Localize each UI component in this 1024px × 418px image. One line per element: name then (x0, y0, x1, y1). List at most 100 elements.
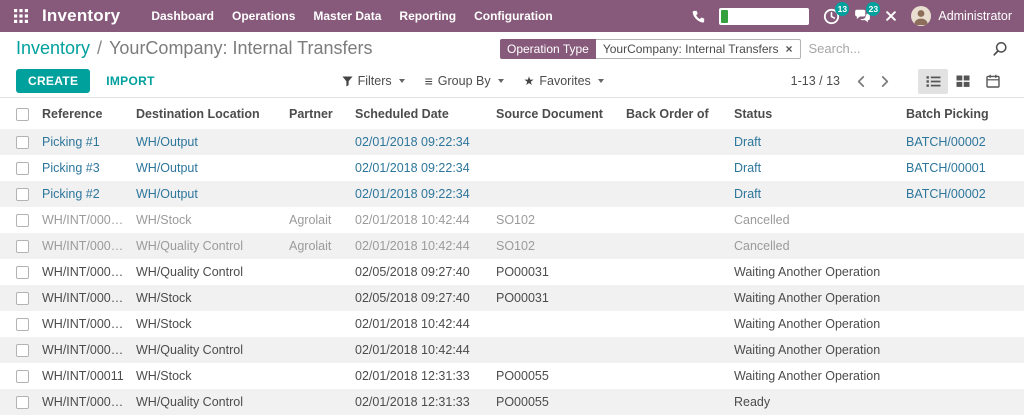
row-checkbox-cell[interactable] (0, 129, 36, 155)
cell-scheduled[interactable]: 02/01/2018 10:42:44 (349, 337, 490, 363)
nav-menu-configuration[interactable]: Configuration (465, 9, 562, 23)
cell-status[interactable]: Waiting Another Operation (728, 311, 900, 337)
cell-reference[interactable]: WH/INT/00007 (36, 311, 130, 337)
apps-menu-icon[interactable] (10, 5, 32, 27)
breadcrumb-parent-link[interactable]: Inventory (16, 38, 90, 59)
select-all-checkbox[interactable] (16, 108, 29, 121)
messages-icon[interactable]: 23 (854, 8, 871, 25)
cell-destination[interactable]: WH/Quality Control (130, 389, 283, 415)
row-checkbox[interactable] (16, 162, 29, 175)
row-checkbox-cell[interactable] (0, 311, 36, 337)
table-row-wh-int-00005[interactable]: WH/INT/00005WH/Stock02/05/2018 09:27:40P… (0, 285, 1024, 311)
cell-partner[interactable]: Agrolait (283, 207, 349, 233)
cell-destination[interactable]: WH/Output (130, 155, 283, 181)
cell-source[interactable] (490, 311, 620, 337)
row-checkbox[interactable] (16, 240, 29, 253)
table-row-picking-2[interactable]: Picking #2WH/Output02/01/2018 09:22:34Dr… (0, 181, 1024, 207)
row-checkbox[interactable] (16, 188, 29, 201)
row-checkbox-cell[interactable] (0, 285, 36, 311)
cell-backorder[interactable] (620, 337, 728, 363)
row-checkbox[interactable] (16, 396, 29, 409)
cell-batch[interactable]: BATCH/00001 (900, 155, 1024, 181)
cell-partner[interactable] (283, 155, 349, 181)
column-header-partner[interactable]: Partner (283, 98, 349, 129)
phone-icon[interactable] (692, 10, 705, 23)
cell-batch[interactable] (900, 311, 1024, 337)
cell-destination[interactable]: WH/Output (130, 129, 283, 155)
column-header-source-document[interactable]: Source Document (490, 98, 620, 129)
cell-status[interactable]: Waiting Another Operation (728, 259, 900, 285)
column-header-destination-location[interactable]: Destination Location (130, 98, 283, 129)
cell-status[interactable]: Ready (728, 389, 900, 415)
row-checkbox[interactable] (16, 318, 29, 331)
cell-scheduled[interactable]: 02/05/2018 09:27:40 (349, 285, 490, 311)
cell-scheduled[interactable]: 02/01/2018 09:22:34 (349, 181, 490, 207)
cell-batch[interactable]: BATCH/00002 (900, 129, 1024, 155)
cell-destination[interactable]: WH/Quality Control (130, 233, 283, 259)
cell-reference[interactable]: WH/INT/00011 (36, 363, 130, 389)
cell-scheduled[interactable]: 02/01/2018 12:31:33 (349, 389, 490, 415)
cell-source[interactable] (490, 155, 620, 181)
cell-scheduled[interactable]: 02/01/2018 12:31:33 (349, 363, 490, 389)
cell-destination[interactable]: WH/Quality Control (130, 337, 283, 363)
cell-partner[interactable]: Agrolait (283, 233, 349, 259)
row-checkbox-cell[interactable] (0, 389, 36, 415)
nav-menu-dashboard[interactable]: Dashboard (142, 9, 223, 23)
facet-remove-icon[interactable]: × (786, 43, 793, 55)
cell-partner[interactable] (283, 311, 349, 337)
cell-backorder[interactable] (620, 181, 728, 207)
pager-previous-button[interactable] (856, 75, 866, 88)
timer-widget[interactable] (719, 8, 809, 25)
cell-batch[interactable] (900, 259, 1024, 285)
row-checkbox[interactable] (16, 370, 29, 383)
table-row-picking-3[interactable]: Picking #3WH/Output02/01/2018 09:22:34Dr… (0, 155, 1024, 181)
row-checkbox[interactable] (16, 292, 29, 305)
cell-backorder[interactable] (620, 129, 728, 155)
row-checkbox-cell[interactable] (0, 207, 36, 233)
row-checkbox[interactable] (16, 266, 29, 279)
cell-source[interactable]: PO00055 (490, 389, 620, 415)
table-row-wh-int-00006[interactable]: WH/INT/00006WH/Quality Control 02/01/2018… (0, 337, 1024, 363)
column-header-status[interactable]: Status (728, 98, 900, 129)
cell-source[interactable]: SO102 (490, 207, 620, 233)
cell-scheduled[interactable]: 02/01/2018 10:42:44 (349, 233, 490, 259)
cell-reference[interactable]: Picking #2 (36, 181, 130, 207)
user-menu[interactable]: Administrator (911, 6, 1012, 26)
select-all-checkbox-cell[interactable] (0, 98, 36, 129)
cell-source[interactable]: SO102 (490, 233, 620, 259)
cell-status[interactable]: Draft (728, 129, 900, 155)
cell-reference[interactable]: Picking #3 (36, 155, 130, 181)
cell-reference[interactable]: WH/INT/00006 (36, 337, 130, 363)
table-row-wh-int-00003[interactable]: WH/INT/00003WH/StockAgrolait02/01/2018 1… (0, 207, 1024, 233)
column-header-reference[interactable]: Reference (36, 98, 130, 129)
app-title[interactable]: Inventory (42, 6, 120, 26)
cell-destination[interactable]: WH/Quality Control (130, 259, 283, 285)
cell-backorder[interactable] (620, 259, 728, 285)
row-checkbox[interactable] (16, 214, 29, 227)
cell-destination[interactable]: WH/Stock (130, 363, 283, 389)
cell-partner[interactable] (283, 129, 349, 155)
row-checkbox-cell[interactable] (0, 337, 36, 363)
row-checkbox[interactable] (16, 136, 29, 149)
row-checkbox-cell[interactable] (0, 181, 36, 207)
search-input[interactable] (809, 41, 986, 56)
cell-source[interactable]: PO00055 (490, 363, 620, 389)
cell-source[interactable] (490, 181, 620, 207)
cell-batch[interactable] (900, 337, 1024, 363)
cell-status[interactable]: Waiting Another Operation (728, 285, 900, 311)
cell-backorder[interactable] (620, 155, 728, 181)
row-checkbox-cell[interactable] (0, 155, 36, 181)
nav-menu-operations[interactable]: Operations (223, 9, 304, 23)
cell-backorder[interactable] (620, 233, 728, 259)
cell-reference[interactable]: Picking #1 (36, 129, 130, 155)
column-header-scheduled-date[interactable]: Scheduled Date (349, 98, 490, 129)
row-checkbox-cell[interactable] (0, 259, 36, 285)
cell-reference[interactable]: WH/INT/00010 (36, 389, 130, 415)
cell-scheduled[interactable]: 02/01/2018 10:42:44 (349, 311, 490, 337)
cell-batch[interactable] (900, 233, 1024, 259)
cell-destination[interactable]: WH/Stock (130, 311, 283, 337)
cell-partner[interactable] (283, 363, 349, 389)
row-checkbox[interactable] (16, 344, 29, 357)
cell-backorder[interactable] (620, 363, 728, 389)
cell-source[interactable] (490, 337, 620, 363)
